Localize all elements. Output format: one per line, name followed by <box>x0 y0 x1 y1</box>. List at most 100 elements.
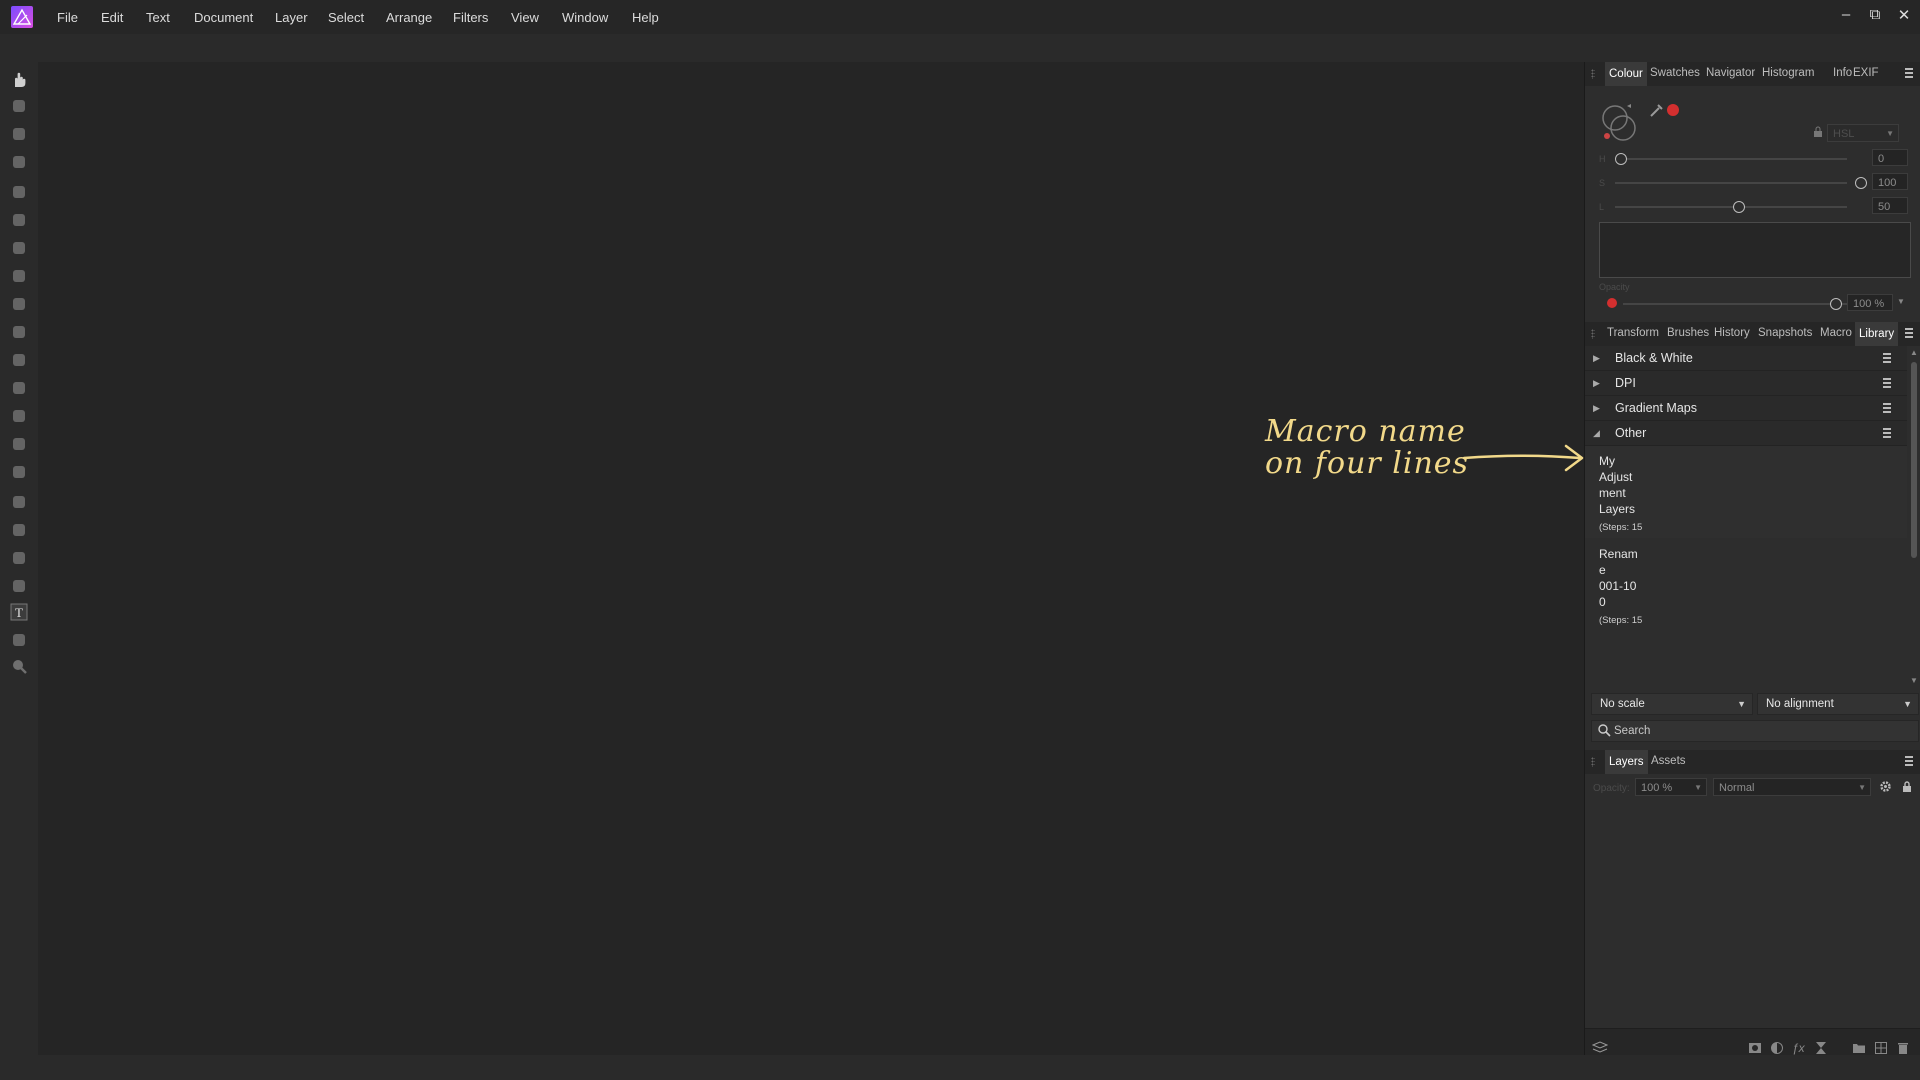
gear-icon[interactable] <box>1879 780 1892 796</box>
tab-histogram[interactable]: Histogram <box>1762 67 1814 79</box>
library-category-gradient-maps[interactable]: ▶ Gradient Maps <box>1585 396 1907 421</box>
tab-colour[interactable]: Colour <box>1605 62 1647 86</box>
category-menu-icon[interactable] <box>1883 353 1893 363</box>
pixel-layer-icon[interactable] <box>1874 1041 1888 1055</box>
menu-filters[interactable]: Filters <box>453 10 488 25</box>
dodge-icon[interactable] <box>9 492 29 512</box>
menu-layer[interactable]: Layer <box>275 10 308 25</box>
macro-item-my-adjustment-layers[interactable]: My Adjust ment Layers (Steps: 15 <box>1599 453 1899 536</box>
menu-arrange[interactable]: Arrange <box>386 10 432 25</box>
fill-stroke-selector[interactable] <box>1599 102 1643 146</box>
tab-transform[interactable]: Transform <box>1607 327 1659 339</box>
tab-assets[interactable]: Assets <box>1651 755 1686 767</box>
tab-navigator[interactable]: Navigator <box>1706 67 1755 79</box>
mesh-warp-icon[interactable] <box>9 630 29 650</box>
panel-grip[interactable] <box>1591 329 1595 339</box>
document-canvas[interactable] <box>38 62 1584 1055</box>
library-category-other[interactable]: ◢ Other <box>1585 421 1907 446</box>
lock-icon[interactable] <box>1901 780 1913 796</box>
tab-macro[interactable]: Macro <box>1820 327 1852 339</box>
menu-edit[interactable]: Edit <box>101 10 123 25</box>
text-tool-icon[interactable]: T <box>9 602 29 622</box>
hue-field[interactable]: 0 <box>1872 149 1908 166</box>
category-menu-icon[interactable] <box>1883 378 1893 388</box>
tab-layers[interactable]: Layers <box>1605 750 1648 774</box>
freehand-select-icon[interactable] <box>9 266 29 286</box>
scroll-up-icon[interactable]: ▲ <box>1910 348 1918 357</box>
saturation-slider[interactable] <box>1615 182 1847 184</box>
opacity-slider[interactable] <box>1623 303 1855 305</box>
smudge-icon[interactable] <box>9 520 29 540</box>
current-colour-swatch[interactable] <box>1667 104 1679 116</box>
tab-swatches[interactable]: Swatches <box>1650 67 1700 79</box>
layers-stack-icon[interactable] <box>1591 1041 1609 1055</box>
tab-history[interactable]: History <box>1714 327 1750 339</box>
category-menu-icon[interactable] <box>1883 403 1893 413</box>
flood-select-icon[interactable] <box>9 210 29 230</box>
paint-brush-icon[interactable] <box>9 294 29 314</box>
hue-knob[interactable] <box>1615 153 1627 165</box>
colour-model-select[interactable]: HSL ▼ <box>1827 124 1899 142</box>
trash-icon[interactable] <box>1896 1041 1910 1055</box>
folder-icon[interactable] <box>1852 1041 1866 1055</box>
live-filter-icon[interactable] <box>1814 1041 1828 1055</box>
scale-dropdown[interactable]: No scale ▼ <box>1591 693 1753 715</box>
eyedropper-icon[interactable] <box>1649 102 1665 121</box>
expand-arrow-icon[interactable]: ▶ <box>1593 403 1600 414</box>
hue-slider[interactable] <box>1615 158 1847 160</box>
lock-icon[interactable] <box>1812 126 1824 141</box>
macro-item-rename[interactable]: Renam e 001-10 0 (Steps: 15 <box>1599 546 1899 629</box>
mask-layer-icon[interactable] <box>1748 1041 1762 1055</box>
panel-grip[interactable] <box>1591 757 1595 767</box>
pixel-tool-icon[interactable] <box>9 322 29 342</box>
zoom-tool-icon[interactable] <box>9 656 29 676</box>
fx-icon[interactable]: ƒx <box>1792 1041 1806 1055</box>
panel-grip[interactable] <box>1591 69 1595 79</box>
panel-menu-icon[interactable] <box>1905 328 1915 338</box>
close-button[interactable]: ✕ <box>1894 6 1914 24</box>
chevron-down-icon[interactable]: ▼ <box>1897 297 1905 306</box>
layers-opacity-field[interactable]: 100 % ▼ <box>1635 778 1707 796</box>
clone-brush-icon[interactable] <box>9 434 29 454</box>
paint-mixer-icon[interactable] <box>9 350 29 370</box>
library-category-black-white[interactable]: ▶ Black & White <box>1585 346 1907 371</box>
scroll-down-icon[interactable]: ▼ <box>1910 676 1918 685</box>
menu-file[interactable]: File <box>57 10 78 25</box>
retouch-icon[interactable] <box>9 462 29 482</box>
lightness-slider[interactable] <box>1615 206 1847 208</box>
blend-mode-select[interactable]: Normal ▼ <box>1713 778 1871 796</box>
tab-library[interactable]: Library <box>1855 322 1899 346</box>
crop-tool-icon[interactable] <box>9 152 29 172</box>
selection-brush-icon[interactable] <box>9 182 29 202</box>
scrollbar-thumb[interactable] <box>1911 362 1917 558</box>
expand-arrow-icon[interactable]: ▶ <box>1593 378 1600 389</box>
shape-tool-icon[interactable] <box>9 576 29 596</box>
category-menu-icon[interactable] <box>1883 428 1893 438</box>
menu-view[interactable]: View <box>511 10 539 25</box>
menu-select[interactable]: Select <box>328 10 364 25</box>
color-picker-icon[interactable] <box>9 124 29 144</box>
opacity-knob[interactable] <box>1830 298 1842 310</box>
lightness-knob[interactable] <box>1733 201 1745 213</box>
expand-arrow-icon[interactable]: ▶ <box>1593 353 1600 364</box>
pen-tool-icon[interactable] <box>9 548 29 568</box>
minimize-button[interactable]: – <box>1836 6 1856 23</box>
panel-menu-icon[interactable] <box>1905 68 1915 78</box>
tab-brushes[interactable]: Brushes <box>1667 327 1709 339</box>
search-input[interactable]: Search <box>1591 720 1919 742</box>
fill-tool-icon[interactable] <box>9 406 29 426</box>
panel-menu-icon[interactable] <box>1905 756 1915 766</box>
menu-window[interactable]: Window <box>562 10 608 25</box>
collapse-arrow-icon[interactable]: ◢ <box>1593 428 1600 439</box>
menu-document[interactable]: Document <box>194 10 253 25</box>
menu-text[interactable]: Text <box>146 10 170 25</box>
restore-button[interactable]: ⧉ <box>1865 6 1885 23</box>
marquee-icon[interactable] <box>9 238 29 258</box>
tab-exif[interactable]: EXIF <box>1853 67 1879 79</box>
lightness-field[interactable]: 50 <box>1872 197 1908 214</box>
adjustment-layer-icon[interactable] <box>1770 1041 1784 1055</box>
alignment-dropdown[interactable]: No alignment ▼ <box>1757 693 1919 715</box>
tab-snapshots[interactable]: Snapshots <box>1758 327 1812 339</box>
tab-info[interactable]: Info <box>1833 67 1852 79</box>
move-tool-icon[interactable] <box>9 96 29 116</box>
